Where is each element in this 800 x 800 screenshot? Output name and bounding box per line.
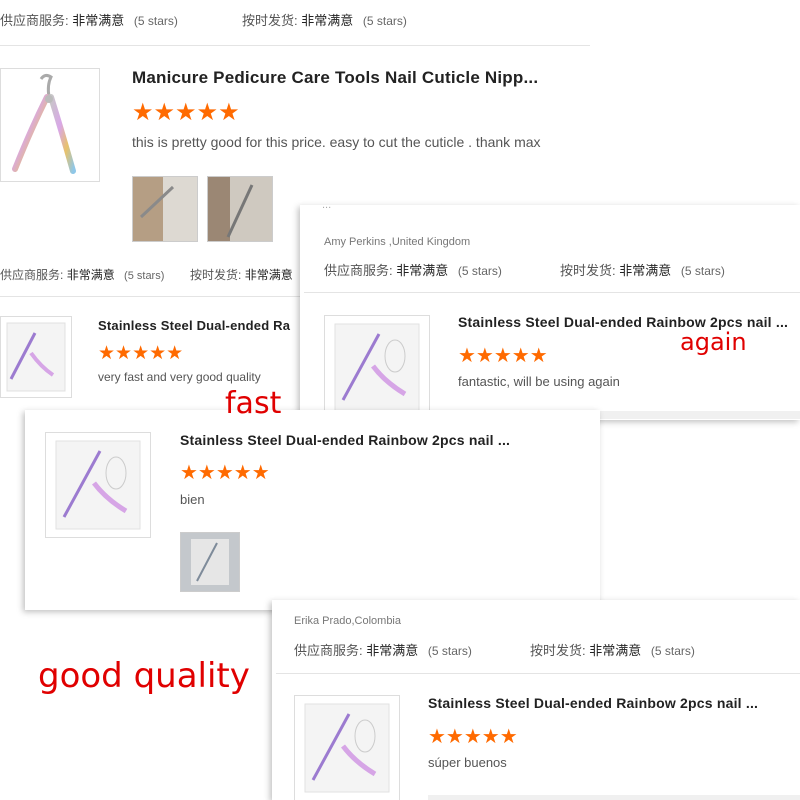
shipping-value: 非常满意 <box>589 643 642 658</box>
nail-tool-set-image <box>6 322 66 392</box>
star-rating: ★★★★★ <box>132 99 240 126</box>
shipping-label: 按时发货: <box>190 268 242 282</box>
product-thumbnail[interactable] <box>0 68 100 182</box>
star-rating: ★★★★★ <box>180 462 270 484</box>
product-title[interactable]: Stainless Steel Dual-ended Ra <box>98 318 290 333</box>
product-thumbnail[interactable] <box>324 315 430 420</box>
nail-tool-set-image <box>304 703 390 793</box>
star-rating: ★★★★★ <box>98 343 184 364</box>
shipping-value: 非常满意 <box>244 268 293 282</box>
product-title[interactable]: Stainless Steel Dual-ended Rainbow 2pcs … <box>180 432 510 448</box>
review-text: bien <box>180 492 205 507</box>
photo-image <box>181 533 239 591</box>
review-text: very fast and very good quality <box>98 370 261 384</box>
review-text: súper buenos <box>428 755 507 770</box>
shipping-stars: (5 stars) <box>680 264 725 278</box>
review-text: this is pretty good for this price. easy… <box>132 134 541 150</box>
photo-image <box>133 177 197 241</box>
divider <box>428 795 800 800</box>
supplier-service-label: 供应商服务: <box>324 263 393 278</box>
shipping-meta: 按时发货: 非常满意 <box>190 266 293 283</box>
photo-image <box>208 177 272 241</box>
annotation-again: again <box>680 328 747 356</box>
product-title[interactable]: Manicure Pedicure Care Tools Nail Cuticl… <box>132 68 538 88</box>
supplier-service-value: 非常满意 <box>366 643 419 658</box>
review-meta: 供应商服务: 非常满意 (5 stars) <box>0 266 164 283</box>
supplier-service-label: 供应商服务: <box>294 643 363 658</box>
annotation-fast: fast <box>225 386 282 421</box>
shipping-value: 非常满意 <box>619 263 672 278</box>
divider <box>276 673 800 674</box>
nail-nipper-image <box>12 73 76 174</box>
review-meta: 供应商服务: 非常满意 (5 stars) <box>324 260 502 279</box>
supplier-service-value: 非常满意 <box>396 263 449 278</box>
shipping-meta: 按时发货: 非常满意 (5 stars) <box>560 260 725 279</box>
shipping-label: 按时发货: <box>242 13 298 28</box>
divider <box>0 45 590 46</box>
reviewer-name: Erika Prado,Colombia <box>294 615 401 627</box>
shipping-value: 非常满意 <box>301 13 354 28</box>
divider <box>0 296 300 297</box>
nail-tool-set-image <box>55 440 141 530</box>
supplier-service-stars: (5 stars) <box>427 644 472 658</box>
product-thumbnail[interactable] <box>0 316 72 398</box>
shipping-label: 按时发货: <box>560 263 616 278</box>
annotation-good-quality: good quality <box>38 656 250 696</box>
nail-tool-set-image <box>334 323 420 413</box>
reviewer-partial: ... <box>322 205 332 211</box>
supplier-service-stars: (5 stars) <box>133 14 178 28</box>
review-photo[interactable] <box>207 176 273 242</box>
supplier-service-stars: (5 stars) <box>124 270 165 282</box>
shipping-stars: (5 stars) <box>650 644 695 658</box>
supplier-service-stars: (5 stars) <box>457 264 502 278</box>
shipping-stars: (5 stars) <box>362 14 407 28</box>
review-photo[interactable] <box>132 176 198 242</box>
review-meta: 供应商服务: 非常满意 (5 stars) <box>0 10 178 29</box>
supplier-service-value: 非常满意 <box>66 268 115 282</box>
product-thumbnail[interactable] <box>294 695 400 800</box>
review-card-center: Stainless Steel Dual-ended Rainbow 2pcs … <box>25 410 600 610</box>
review-photo[interactable] <box>180 532 240 592</box>
star-rating: ★★★★★ <box>458 345 548 367</box>
star-rating: ★★★★★ <box>428 726 518 748</box>
shipping-meta: 按时发货: 非常满意 (5 stars) <box>530 640 695 659</box>
review-card-bottom: Erika Prado,Colombia 供应商服务: 非常满意 (5 star… <box>272 600 800 800</box>
shipping-label: 按时发货: <box>530 643 586 658</box>
reviewer-name: Amy Perkins ,United Kingdom <box>324 236 471 248</box>
product-title[interactable]: Stainless Steel Dual-ended Rainbow 2pcs … <box>428 695 758 711</box>
shipping-meta: 按时发货: 非常满意 (5 stars) <box>242 10 407 29</box>
product-thumbnail[interactable] <box>45 432 151 538</box>
review-text: fantastic, will be using again <box>458 374 620 389</box>
supplier-service-value: 非常满意 <box>72 13 125 28</box>
supplier-service-label: 供应商服务: <box>0 13 69 28</box>
review-card-right: ... Amy Perkins ,United Kingdom 供应商服务: 非… <box>300 205 800 420</box>
supplier-service-label: 供应商服务: <box>0 268 64 282</box>
review-meta: 供应商服务: 非常满意 (5 stars) <box>294 640 472 659</box>
divider <box>304 292 800 293</box>
